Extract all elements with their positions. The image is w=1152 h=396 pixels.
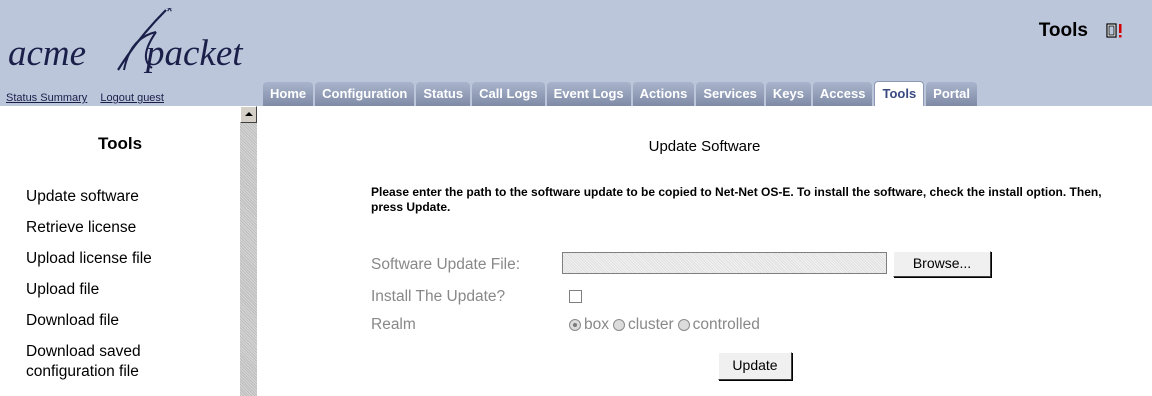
tab-status[interactable]: Status <box>416 82 471 106</box>
install-update-label: Install The Update? <box>371 288 506 305</box>
page-title: Update Software <box>648 138 761 155</box>
tab-access[interactable]: Access <box>812 82 873 106</box>
svg-text:*: * <box>166 8 173 22</box>
sidebar-scrollbar[interactable] <box>240 106 257 396</box>
tab-event-logs[interactable]: Event Logs <box>546 82 631 106</box>
realm-radio-controlled-label: controlled <box>692 316 760 333</box>
header-title: Tools <box>1038 20 1088 41</box>
install-update-checkbox[interactable] <box>569 290 582 303</box>
software-update-file-label: Software Update File: <box>371 256 521 273</box>
acme-packet-logo: * acme packet <box>6 8 246 78</box>
logo-word-packet: packet <box>146 33 243 74</box>
realm-radio-box-label: box <box>584 316 609 333</box>
tab-home[interactable]: Home <box>263 82 314 106</box>
browse-button[interactable]: Browse... <box>893 251 991 277</box>
sidebar-item-download-file[interactable]: Download file <box>26 311 186 331</box>
status-summary-link[interactable]: Status Summary <box>6 92 87 104</box>
realm-radio-cluster[interactable] <box>613 319 625 331</box>
instructions-text: Please enter the path to the software up… <box>371 185 1102 214</box>
realm-radio-controlled[interactable] <box>677 319 690 331</box>
header-links: Status Summary Logout guest <box>6 92 174 104</box>
sidebar-item-upload-file[interactable]: Upload file <box>26 280 186 300</box>
update-button[interactable]: Update <box>718 352 792 380</box>
software-update-file-input[interactable] <box>562 252 887 274</box>
tab-actions[interactable]: Actions <box>632 82 695 106</box>
main-content: Update Software Please enter the path to… <box>257 106 1152 396</box>
sidebar-item-update-software[interactable]: Update software <box>26 187 186 207</box>
logo-word-acme: acme <box>8 33 87 74</box>
tab-call-logs[interactable]: Call Logs <box>472 82 545 106</box>
tab-services[interactable]: Services <box>696 82 764 106</box>
tab-keys[interactable]: Keys <box>765 82 811 106</box>
header-bar: * acme packet Status Summary Logout gues… <box>0 0 1152 106</box>
tab-configuration[interactable]: Configuration <box>315 82 415 106</box>
arrow-up-icon <box>245 112 253 116</box>
exit-door-icon[interactable] <box>1106 23 1124 39</box>
sidebar-menu: Update software Retrieve license Upload li… <box>26 187 186 393</box>
realm-radio-box[interactable] <box>569 319 581 331</box>
sidebar-item-upload-license-file[interactable]: Upload license file <box>26 249 186 269</box>
realm-radio-cluster-label: cluster <box>628 316 674 333</box>
sidebar-title: Tools <box>97 134 143 153</box>
main-tab-bar: Home Configuration Status Call Logs Event Lo… <box>263 81 979 106</box>
logout-link[interactable]: Logout guest <box>100 92 164 104</box>
sidebar: Tools Update software Retrieve license Upl… <box>0 106 240 396</box>
scroll-up-button[interactable] <box>240 106 257 123</box>
realm-radio-group: box cluster controlled <box>569 316 764 334</box>
tab-tools[interactable]: Tools <box>874 81 925 106</box>
realm-label: Realm <box>371 316 416 333</box>
sidebar-item-retrieve-license[interactable]: Retrieve license <box>26 218 186 238</box>
sidebar-item-download-saved-configuration-file[interactable]: Download saved configuration file <box>26 342 186 382</box>
tab-portal[interactable]: Portal <box>926 82 978 106</box>
